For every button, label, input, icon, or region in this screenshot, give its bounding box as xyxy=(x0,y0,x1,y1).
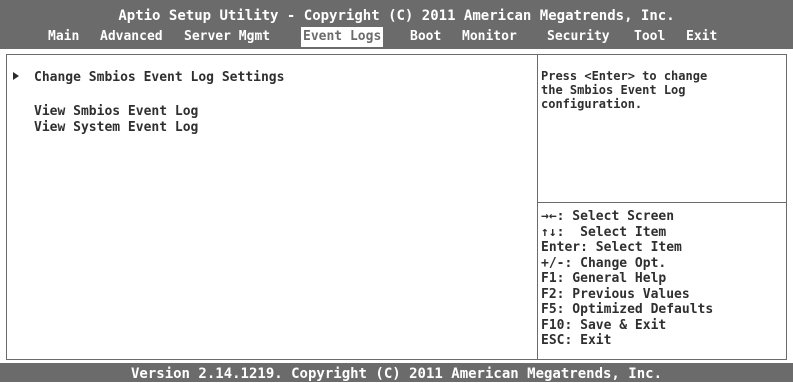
tab-exit[interactable]: Exit xyxy=(686,27,717,47)
submenu-arrow-icon xyxy=(13,72,19,80)
menu-item-view-system-event-log[interactable]: View System Event Log xyxy=(34,120,198,136)
footer-bar: Version 2.14.1219. Copyright (C) 2011 Am… xyxy=(0,363,793,382)
key-select-screen: →←: Select Screen xyxy=(541,209,675,224)
tab-security[interactable]: Security xyxy=(547,27,610,47)
menu-item-view-smbios-event-log[interactable]: View Smbios Event Log xyxy=(34,104,198,120)
panel-divider-vertical xyxy=(537,54,538,360)
help-line: the Smbios Event Log xyxy=(541,83,686,97)
app-title: Aptio Setup Utility - Copyright (C) 2011… xyxy=(118,8,675,24)
key-esc-exit: ESC: Exit xyxy=(541,333,612,348)
version-text: Version 2.14.1219. Copyright (C) 2011 Am… xyxy=(130,366,662,382)
tab-event-logs[interactable]: Event Logs xyxy=(301,27,384,47)
menu-item-change-smbios-event-log-settings[interactable]: Change Smbios Event Log Settings xyxy=(34,70,284,86)
tab-advanced[interactable]: Advanced xyxy=(100,27,163,47)
key-optimized-defaults: F5: Optimized Defaults xyxy=(541,302,714,317)
tab-boot[interactable]: Boot xyxy=(410,27,441,47)
tab-main[interactable]: Main xyxy=(48,27,79,47)
help-description: Press <Enter> to change the Smbios Event… xyxy=(541,69,781,111)
key-save-exit: F10: Save & Exit xyxy=(541,317,667,333)
tab-monitor[interactable]: Monitor xyxy=(462,27,517,47)
key-select-item-arrows: ↑↓: Select Item xyxy=(541,224,667,240)
header-bar: Aptio Setup Utility - Copyright (C) 2011… xyxy=(0,0,793,49)
key-change-opt: +/-: Change Opt. xyxy=(541,255,667,271)
menu-bar: Main Advanced Server Mgmt Event Logs Boo… xyxy=(0,27,793,47)
help-line: Press <Enter> to change xyxy=(541,69,708,83)
help-line: configuration. xyxy=(541,97,643,111)
panel-divider-horizontal xyxy=(537,202,787,203)
key-previous-values: F2: Previous Values xyxy=(541,286,690,302)
tab-tool[interactable]: Tool xyxy=(634,27,665,47)
key-legend: →←: Select Screen ↑↓: Select Item Enter:… xyxy=(541,209,786,349)
tab-server-mgmt[interactable]: Server Mgmt xyxy=(184,27,270,47)
key-enter-select: Enter: Select Item xyxy=(541,240,682,255)
key-general-help: F1: General Help xyxy=(541,271,667,286)
